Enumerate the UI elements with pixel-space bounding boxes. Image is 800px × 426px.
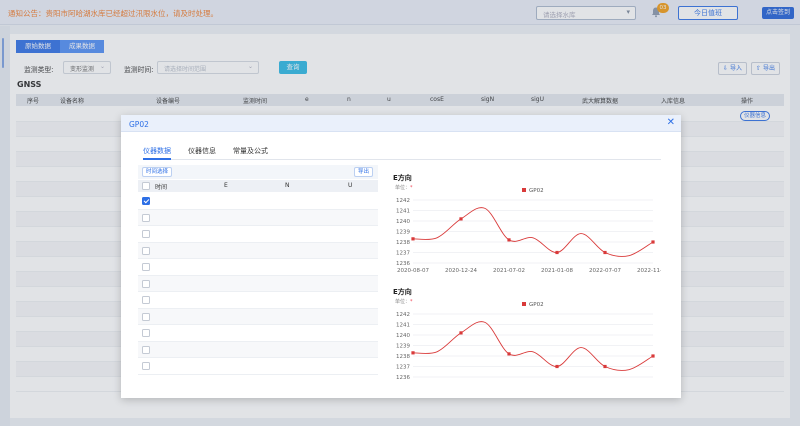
x-tick-label: 2022-07-07 <box>589 268 621 274</box>
y-tick-label: 1241 <box>396 209 410 215</box>
grid-row[interactable] <box>138 209 378 226</box>
y-tick-label: 1237 <box>396 365 410 371</box>
modal-title: GP02 <box>129 120 149 129</box>
x-tick-label: 2021-07-02 <box>493 268 525 274</box>
x-tick-label: 2020-12-24 <box>445 268 477 274</box>
data-point <box>507 238 511 242</box>
data-point <box>459 331 463 335</box>
y-tick-label: 1237 <box>396 251 410 257</box>
grid-row[interactable] <box>138 308 378 325</box>
row-checkbox[interactable] <box>142 312 150 321</box>
y-tick-label: 1238 <box>396 354 410 360</box>
grid-row[interactable] <box>138 242 378 259</box>
row-checkbox[interactable] <box>142 197 150 205</box>
chart-e-direction-2: E方向 单位：* GP02 1236 1237 1238 1239 1240 1241 124… <box>393 287 661 392</box>
time-select-button[interactable]: 时间选择 <box>142 167 173 177</box>
x-tick-label: 2021-01-08 <box>541 268 573 274</box>
data-point <box>603 250 607 255</box>
data-point <box>555 250 559 255</box>
grid-export-button[interactable]: 导出 <box>353 167 373 177</box>
grid-col-time: 时间 <box>155 184 168 191</box>
instrument-modal: GP02 ✕ 仪器数据 仪器信息 常量及公式 时间选择 导出 时间 E N U … <box>121 115 681 398</box>
data-grid-panel: 时间选择 导出 时间 E N U <box>138 165 378 380</box>
modal-header: GP02 ✕ <box>121 115 681 132</box>
data-point <box>651 354 655 358</box>
y-tick-label: 1240 <box>396 219 410 225</box>
chart-e-direction-1: E方向 单位：* GP02 1236 1237 1238 1239 1240 1241 124… <box>393 173 661 278</box>
y-tick-label: 1239 <box>396 230 410 236</box>
tab-constants-formulas[interactable]: 常量及公式 <box>233 146 268 160</box>
close-icon[interactable]: ✕ <box>667 117 675 128</box>
grid-header: 时间 E N U <box>138 180 378 192</box>
data-point <box>411 237 415 241</box>
row-checkbox[interactable] <box>142 246 150 255</box>
legend-label: GP02 <box>529 302 544 308</box>
select-all-checkbox[interactable] <box>142 182 150 190</box>
grid-row[interactable] <box>138 193 378 210</box>
grid-col-e: E <box>224 182 228 189</box>
y-tick-label: 1242 <box>396 198 410 204</box>
row-checkbox[interactable] <box>142 296 150 304</box>
y-tick-label: 1239 <box>396 344 410 350</box>
row-checkbox[interactable] <box>142 279 150 288</box>
row-checkbox[interactable] <box>142 263 150 271</box>
y-tick-label: 1241 <box>396 323 410 329</box>
row-checkbox[interactable] <box>142 329 150 337</box>
grid-row[interactable] <box>138 341 378 358</box>
data-point <box>507 352 511 356</box>
grid-row[interactable] <box>138 325 378 342</box>
row-checkbox[interactable] <box>142 362 150 370</box>
data-point <box>651 240 655 244</box>
y-tick-label: 1236 <box>396 261 410 267</box>
grid-row[interactable] <box>138 292 378 309</box>
data-point <box>411 351 415 355</box>
y-tick-label: 1240 <box>396 333 410 339</box>
series-line <box>412 207 654 257</box>
grid-col-u: U <box>348 182 353 189</box>
data-point <box>603 364 607 369</box>
legend-marker <box>522 302 526 306</box>
row-checkbox[interactable] <box>142 213 150 222</box>
legend-marker <box>522 188 526 192</box>
data-point <box>555 364 559 369</box>
legend-label: GP02 <box>529 188 544 194</box>
x-tick-label: 2022-11-27 <box>637 268 661 274</box>
row-checkbox[interactable] <box>142 345 150 354</box>
grid-row[interactable] <box>138 259 378 276</box>
x-tick-label: 2020-08-07 <box>397 268 429 274</box>
grid-row[interactable] <box>138 226 378 243</box>
line-chart: GP02 1236 1237 1238 1239 1240 1241 1242 2020-08-… <box>396 188 661 274</box>
tab-instrument-info[interactable]: 仪器信息 <box>188 146 216 160</box>
grid-row[interactable] <box>138 358 378 375</box>
data-point <box>459 217 463 221</box>
grid-row[interactable] <box>138 275 378 292</box>
modal-tabs: 仪器数据 仪器信息 常量及公式 <box>143 146 661 160</box>
series-line <box>412 321 654 371</box>
tab-instrument-data[interactable]: 仪器数据 <box>143 146 171 160</box>
y-tick-label: 1238 <box>396 240 410 246</box>
line-chart: GP02 1236 1237 1238 1239 1240 1241 1242 <box>396 302 655 381</box>
row-checkbox[interactable] <box>142 230 150 238</box>
y-tick-label: 1236 <box>396 375 410 381</box>
grid-col-n: N <box>285 182 290 189</box>
y-tick-label: 1242 <box>396 312 410 318</box>
grid-toolbar: 时间选择 导出 <box>138 165 378 179</box>
